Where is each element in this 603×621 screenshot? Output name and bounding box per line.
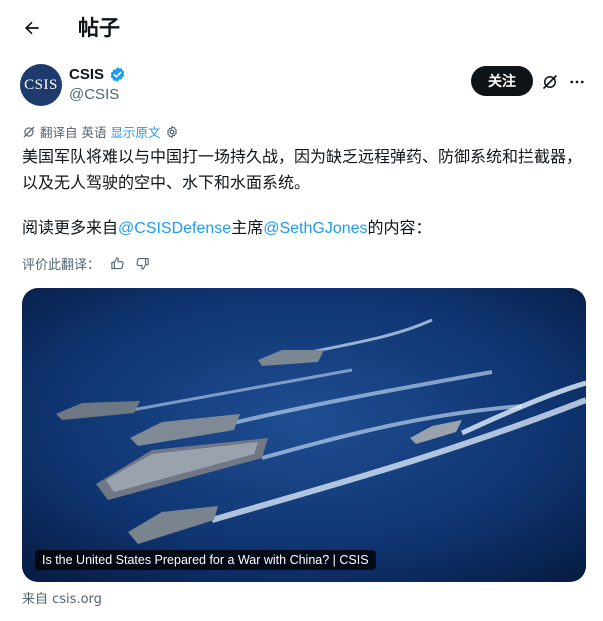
gear-icon[interactable] xyxy=(165,125,179,139)
thumbs-down-icon xyxy=(136,257,149,270)
rate-translation: 评价此翻译： xyxy=(22,254,150,273)
avatar-text: CSIS xyxy=(24,76,58,93)
grok-translate-icon xyxy=(23,126,35,137)
thumbs-down-button[interactable] xyxy=(135,256,150,271)
author-handle[interactable]: @CSIS xyxy=(69,86,119,103)
tweet-paragraph-read-more: 阅读更多来自@CSISDefense主席@SethGJones的内容： xyxy=(22,215,588,242)
display-name[interactable]: CSIS xyxy=(69,66,104,83)
mention-sethgjones[interactable]: @SethGJones xyxy=(263,220,367,237)
read-more-prefix: 阅读更多来自 xyxy=(22,218,119,237)
link-card[interactable]: Is the United States Prepared for a War … xyxy=(22,288,586,582)
more-options-button[interactable] xyxy=(566,71,588,93)
grok-icon xyxy=(543,75,557,89)
author-name-row: CSIS xyxy=(69,66,126,83)
back-button[interactable] xyxy=(18,14,46,42)
rate-translation-label: 评价此翻译： xyxy=(22,258,101,273)
tweet-paragraph: 美国军队将难以与中国打一场持久战，因为缺乏远程弹药、防御系统和拦截器，以及无人驾… xyxy=(22,147,583,192)
card-image xyxy=(22,288,586,582)
thumbs-up-button[interactable] xyxy=(110,256,125,271)
card-title: Is the United States Prepared for a War … xyxy=(35,550,376,570)
arrow-left-icon xyxy=(25,21,39,35)
follow-button[interactable]: 关注 xyxy=(471,66,533,96)
translation-label: 翻译自 英语 xyxy=(40,125,107,140)
avatar[interactable]: CSIS xyxy=(20,64,62,106)
card-source[interactable]: 来自 csis.org xyxy=(22,588,102,607)
show-original-link[interactable]: 显示原文 xyxy=(110,122,160,141)
page-title: 帖子 xyxy=(78,16,120,40)
thumbs-up-icon xyxy=(111,257,124,270)
verified-badge-icon xyxy=(110,67,125,82)
mention-csisdefense[interactable]: @CSISDefense xyxy=(118,220,231,237)
read-more-suffix: 的内容： xyxy=(367,218,432,237)
grok-button[interactable] xyxy=(539,71,561,93)
tweet-text: 美国军队将难以与中国打一场持久战，因为缺乏远程弹药、防御系统和拦截器，以及无人驾… xyxy=(22,144,588,242)
translation-note: 翻译自 英语 显示原文 xyxy=(22,122,179,141)
more-horizontal-icon xyxy=(570,80,584,84)
read-more-middle: 主席 xyxy=(231,218,264,237)
